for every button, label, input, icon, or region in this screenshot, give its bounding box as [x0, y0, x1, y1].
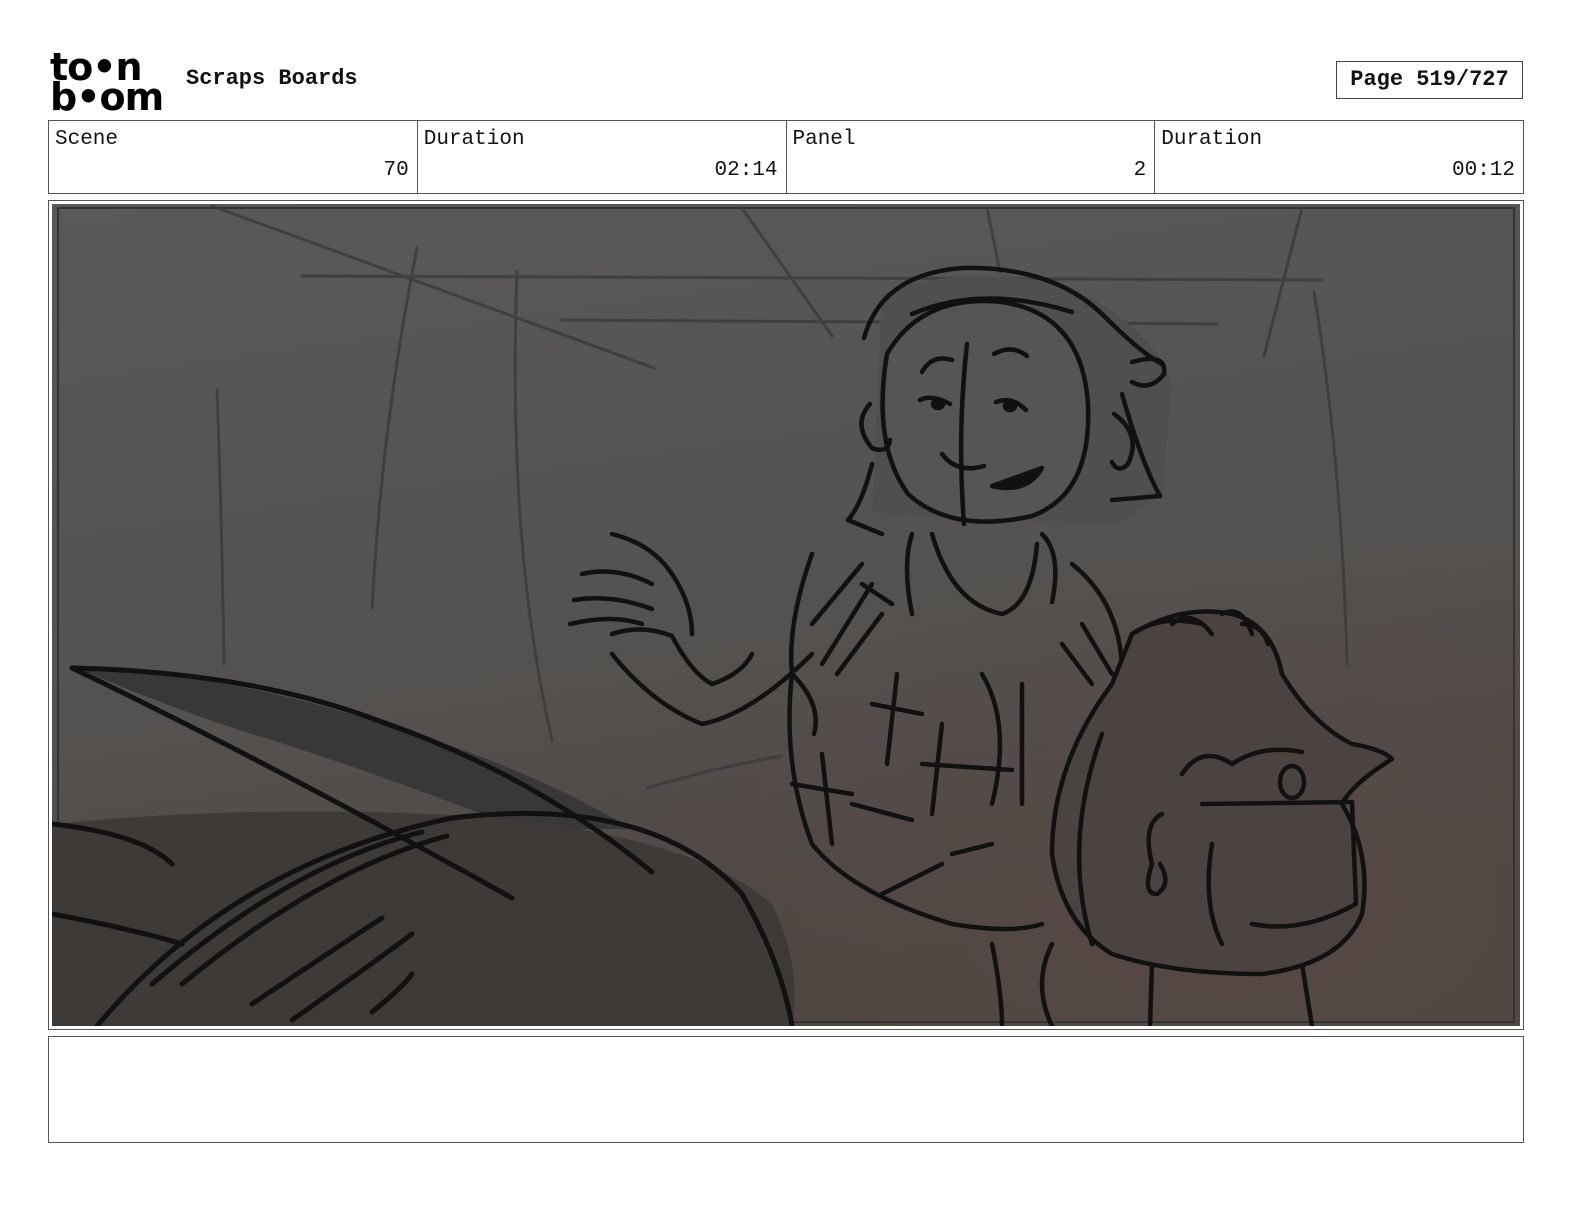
storyboard-sketch	[52, 204, 1520, 1026]
scene-value: 70	[383, 159, 409, 182]
panel-value: 2	[1133, 159, 1147, 182]
scene-label: Scene	[55, 128, 119, 151]
scene-cell: Scene 70	[49, 121, 418, 193]
scene-duration-value: 02:14	[714, 159, 778, 182]
panel-duration-cell: Duration 00:12	[1155, 121, 1523, 193]
scene-duration-label: Duration	[423, 128, 525, 151]
project-title: Scraps Boards	[186, 66, 358, 91]
panel-frame	[48, 200, 1524, 1030]
scene-duration-cell: Duration 02:14	[418, 121, 787, 193]
page-indicator: Page 519/727	[1336, 61, 1523, 99]
toonboom-logo: to•n b•om	[50, 48, 164, 119]
panel-duration-value: 00:12	[1451, 159, 1515, 182]
panel-cell: Panel 2	[787, 121, 1156, 193]
panel-info-row: Scene 70 Duration 02:14 Panel 2 Duration…	[48, 120, 1524, 194]
panel-duration-label: Duration	[1161, 128, 1263, 151]
panel-label: Panel	[792, 128, 856, 151]
panel-notes	[48, 1036, 1524, 1143]
logo-line-2: b•om	[50, 75, 164, 119]
